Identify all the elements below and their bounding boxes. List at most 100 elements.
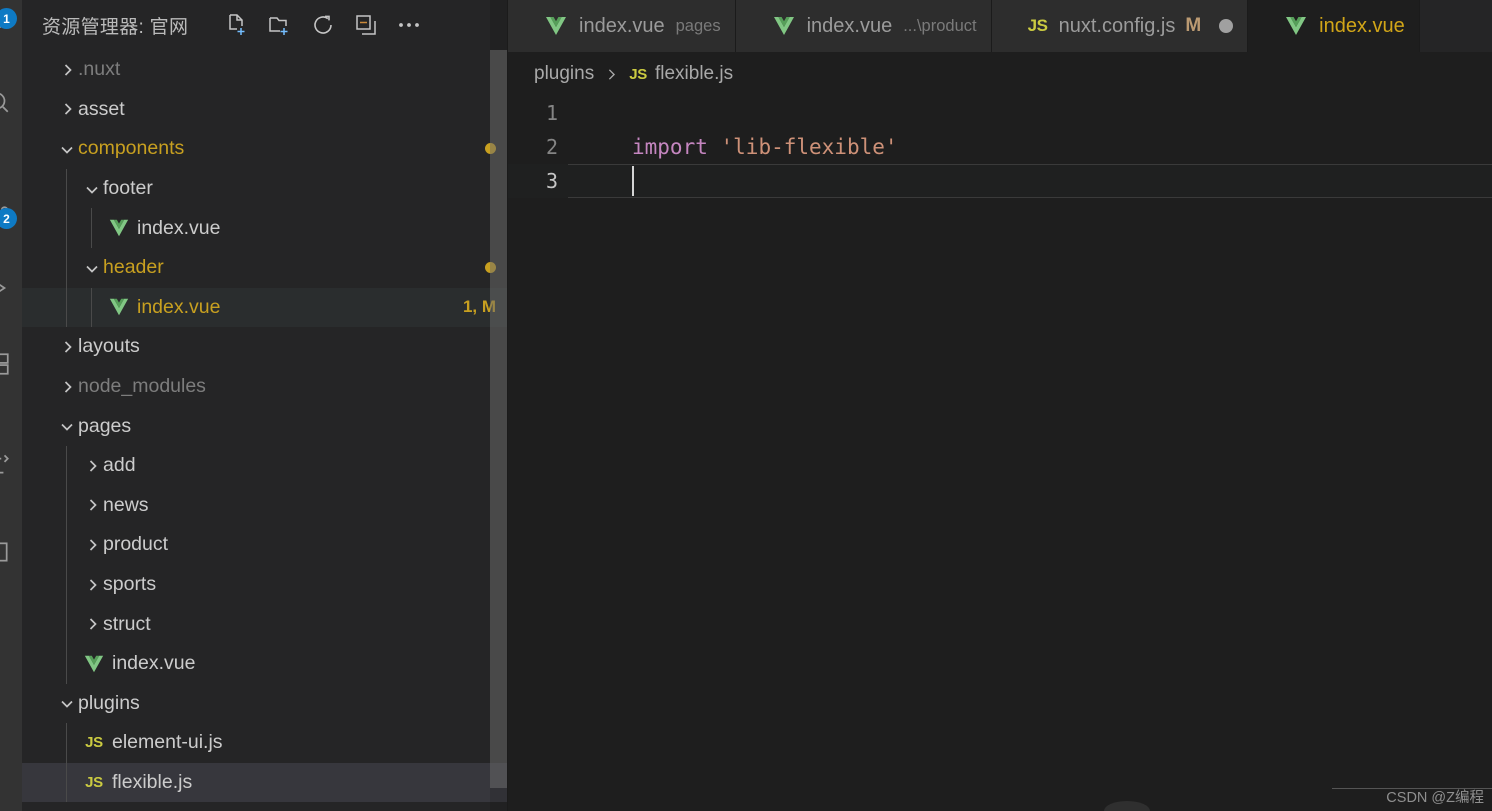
indent-guide	[66, 525, 67, 565]
chevron-right-icon[interactable]	[81, 486, 103, 526]
collapse-folders-button[interactable]	[353, 12, 379, 38]
editor-tab[interactable]: index.vue pages	[508, 0, 736, 52]
sidebar-title: 资源管理器: 官网	[42, 16, 189, 38]
js-icon: JS	[629, 65, 647, 83]
tree-item-layouts[interactable]: layouts	[22, 327, 508, 367]
more-actions-button[interactable]	[396, 12, 422, 38]
file-tree[interactable]: .nuxt asset components footer index.vue heade…	[22, 50, 508, 811]
activity-item-run-debug[interactable]	[0, 264, 22, 312]
editor-tab[interactable]: index.vue ...\product	[735, 0, 992, 52]
tree-item-label: pages	[78, 414, 132, 437]
tree-item-label: struct	[103, 612, 151, 635]
tree-item-add[interactable]: add	[22, 445, 508, 486]
chevron-right-icon	[603, 66, 620, 83]
tree-item-label: .nuxt	[78, 58, 121, 81]
tab-dirty-indicator[interactable]	[1219, 19, 1234, 33]
testing-icon	[0, 451, 11, 477]
tree-item-index-vue[interactable]: index.vue 1, M	[22, 287, 508, 328]
vue-file-icon	[106, 296, 132, 318]
refresh-icon	[311, 13, 335, 37]
collapse-all-icon	[354, 13, 378, 37]
editor-tab-bar[interactable]: index.vue pages index.vue ...\product JS nuxt…	[508, 0, 1492, 52]
chevron-right-icon[interactable]	[56, 327, 78, 367]
tab-description: pages	[675, 16, 721, 35]
editor-tab[interactable]: index.vue	[1248, 0, 1420, 52]
indent-guide	[66, 168, 67, 209]
tree-item--nuxt[interactable]: .nuxt	[22, 50, 508, 90]
js-file-icon: JS	[85, 773, 103, 791]
sidebar-scrollbar[interactable]	[490, 0, 508, 811]
indent-guide	[66, 643, 67, 684]
activity-item-remote-explorer[interactable]	[0, 528, 22, 576]
search-icon	[0, 89, 11, 115]
chevron-right-icon[interactable]	[56, 90, 78, 130]
breadcrumb-item[interactable]: plugins	[534, 63, 594, 85]
tree-item-pages[interactable]: pages	[22, 406, 508, 446]
code-line[interactable]: 3	[508, 164, 1492, 198]
tab-description: ...\product	[903, 16, 977, 35]
chevron-down-icon[interactable]	[56, 129, 78, 169]
indent-guide	[66, 445, 67, 486]
new-folder-button[interactable]	[267, 12, 293, 38]
chevron-down-icon[interactable]	[81, 169, 103, 209]
tree-item-label: sports	[103, 573, 157, 596]
tree-item-struct[interactable]: struct	[22, 604, 508, 644]
sidebar-scrollbar-thumb[interactable]	[490, 50, 508, 788]
tree-item-footer[interactable]: footer	[22, 168, 508, 209]
indent-guide	[66, 247, 67, 288]
chevron-down-icon[interactable]	[81, 248, 103, 288]
vue-file-icon	[81, 653, 107, 675]
tree-item-label: plugins	[78, 691, 140, 714]
extensions-icon	[0, 351, 11, 377]
tree-item-asset[interactable]: asset	[22, 90, 508, 130]
new-file-button[interactable]	[224, 12, 250, 38]
activity-item-testing[interactable]	[0, 440, 22, 488]
tree-item-label: header	[103, 256, 164, 279]
tab-label: nuxt.config.js	[1058, 14, 1176, 37]
sidebar-header: 资源管理器: 官网	[22, 0, 508, 50]
tree-item-plugins[interactable]: plugins	[22, 684, 508, 724]
tree-item-index-vue[interactable]: index.vue	[22, 643, 508, 684]
vue-icon	[1284, 14, 1308, 38]
chevron-right-icon[interactable]	[81, 604, 103, 644]
chevron-right-icon[interactable]	[81, 446, 103, 486]
tree-item-product[interactable]: product	[22, 525, 508, 565]
tree-item-label: asset	[78, 97, 125, 120]
js-file-icon: JS	[85, 734, 103, 752]
tree-item-index-vue[interactable]: index.vue	[22, 208, 508, 248]
tab-label: index.vue	[579, 14, 665, 37]
tree-item-node-modules[interactable]: node_modules	[22, 367, 508, 407]
chevron-right-icon[interactable]	[81, 565, 103, 605]
breadcrumb-label: flexible.js	[654, 63, 734, 84]
code-editor[interactable]: 1 2 import 'lib-flexible' 3	[508, 96, 1492, 811]
chevron-down-icon[interactable]	[56, 684, 78, 724]
tree-item-sports[interactable]: sports	[22, 564, 508, 605]
activity-item-extensions[interactable]	[0, 340, 22, 388]
tree-item-flexible-js[interactable]: JS flexible.js	[22, 762, 508, 803]
code-line[interactable]: 1	[508, 96, 1492, 130]
breadcrumb-item[interactable]: JS flexible.js	[629, 63, 733, 85]
tree-item-element-ui-js[interactable]: JS element-ui.js	[22, 723, 508, 763]
tree-item-news[interactable]: news	[22, 485, 508, 526]
chevron-right-icon[interactable]	[81, 525, 103, 565]
sidebar-actions	[224, 12, 422, 38]
new-folder-icon	[268, 13, 292, 37]
refresh-explorer-button[interactable]	[310, 12, 336, 38]
editor-group: index.vue pages index.vue ...\product JS nuxt…	[508, 0, 1492, 811]
tree-item-label: footer	[103, 177, 153, 200]
breadcrumb[interactable]: plugins JS flexible.js	[508, 52, 1492, 96]
tree-item-components[interactable]: components	[22, 129, 508, 169]
indent-guide	[91, 287, 92, 328]
tree-item-label: components	[78, 137, 185, 160]
tree-item-label: index.vue	[137, 216, 221, 239]
explorer-sidebar: 资源管理器: 官网 .nuxt asset components footer …	[22, 0, 508, 811]
tree-item-header[interactable]: header	[22, 247, 508, 288]
activity-item-search[interactable]	[0, 78, 22, 126]
code-line[interactable]: 2 import 'lib-flexible'	[508, 130, 1492, 164]
editor-tab[interactable]: JS nuxt.config.js M	[991, 0, 1249, 52]
chevron-down-icon[interactable]	[56, 406, 78, 446]
chevron-right-icon[interactable]	[56, 50, 78, 90]
chevron-right-icon[interactable]	[56, 367, 78, 407]
activity-bar: 1 2	[0, 0, 22, 811]
js-icon: JS	[1027, 16, 1048, 35]
